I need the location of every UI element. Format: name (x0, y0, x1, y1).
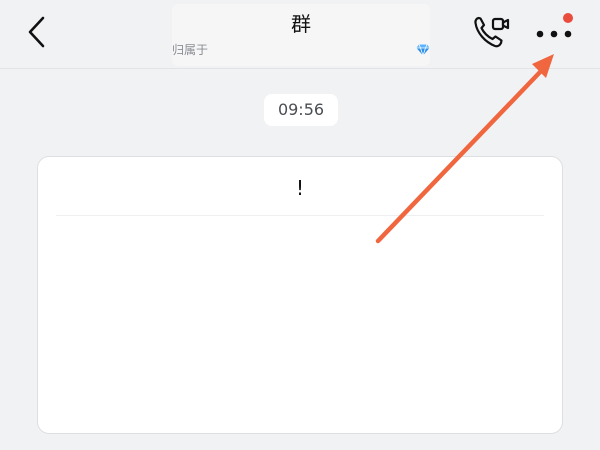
more-button[interactable] (530, 12, 580, 52)
message-card[interactable]: ! (37, 156, 563, 434)
card-divider (56, 215, 544, 216)
phone-video-icon (474, 16, 510, 48)
notification-dot (563, 13, 573, 23)
belongs-to-label: 归属于 (172, 43, 209, 57)
diamond-icon (416, 44, 430, 56)
chat-title-block[interactable]: 群 归属于 (172, 4, 430, 66)
chat-header: 群 归属于 (0, 0, 600, 69)
back-button[interactable] (22, 14, 54, 50)
message-timestamp: 09:56 (264, 94, 338, 126)
notification-dot-circle (563, 13, 573, 23)
card-title: ! (295, 176, 305, 200)
chevron-left-icon (28, 16, 45, 48)
video-call-button[interactable] (470, 14, 514, 52)
page-title: 群 (291, 12, 311, 36)
